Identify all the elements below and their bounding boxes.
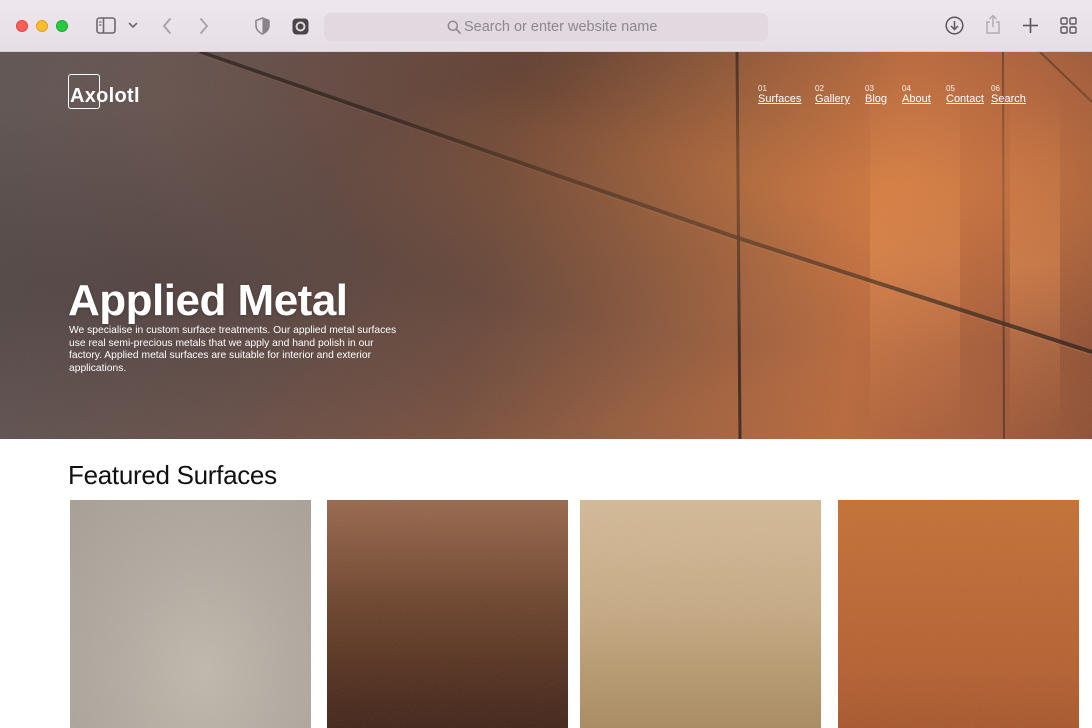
forward-icon[interactable] — [199, 17, 209, 35]
featured-title: Featured Surfaces — [68, 460, 277, 490]
nav-item-contact[interactable]: 05 Contact — [946, 84, 984, 106]
url-input[interactable] — [464, 13, 754, 41]
surface-card[interactable] — [580, 500, 821, 728]
nav-item-search[interactable]: 06 Search — [991, 84, 1026, 106]
nav-item-blog[interactable]: 03 Blog — [865, 84, 887, 106]
surface-image — [580, 500, 821, 728]
minimize-window-button[interactable] — [36, 20, 48, 32]
nav-item-about[interactable]: 04 About — [902, 84, 931, 106]
zoom-window-button[interactable] — [56, 20, 68, 32]
nav-label: About — [902, 93, 931, 105]
hero-shading — [0, 52, 1092, 439]
nav-label: Blog — [865, 93, 888, 105]
close-window-button[interactable] — [16, 20, 28, 32]
new-tab-icon[interactable] — [1022, 17, 1039, 34]
share-icon[interactable] — [985, 14, 1001, 35]
logo-text: Axolotl — [70, 85, 140, 107]
url-bar[interactable] — [324, 13, 768, 41]
nav-label: Search — [991, 93, 1026, 105]
nav-number: 02 — [815, 84, 824, 93]
nav-number: 03 — [865, 84, 874, 93]
nav-number: 01 — [758, 84, 767, 93]
nav-number: 06 — [991, 84, 1000, 93]
browser-toolbar — [0, 0, 1092, 52]
nav-label: Surfaces — [758, 93, 802, 105]
download-icon[interactable] — [945, 16, 964, 35]
surface-card[interactable] — [327, 500, 568, 728]
privacy-shield-icon[interactable] — [255, 17, 270, 35]
hero-title: Applied Metal — [68, 276, 348, 325]
surface-image — [70, 500, 311, 728]
nav-number: 04 — [902, 84, 911, 93]
surface-card[interactable] — [70, 500, 311, 728]
tab-overview-icon[interactable] — [1060, 17, 1077, 34]
nav-item-surfaces[interactable]: 01 Surfaces — [758, 84, 801, 106]
back-icon[interactable] — [162, 17, 172, 35]
hero-section: Axolotl 01 Surfaces 02 Gallery 03 Blog 0… — [0, 52, 1092, 439]
hero-description: We specialise in custom surface treatmen… — [69, 325, 397, 374]
search-icon — [447, 20, 461, 34]
chevron-down-icon[interactable] — [128, 22, 138, 29]
surface-image — [327, 500, 568, 728]
extension-icon[interactable] — [292, 18, 309, 35]
surface-card[interactable] — [838, 500, 1079, 728]
sidebar-icon[interactable] — [96, 17, 116, 34]
nav-number: 05 — [946, 84, 955, 93]
nav-label: Contact — [946, 93, 984, 105]
surface-image — [838, 500, 1079, 728]
nav-item-gallery[interactable]: 02 Gallery — [815, 84, 850, 106]
nav-label: Gallery — [815, 93, 850, 105]
